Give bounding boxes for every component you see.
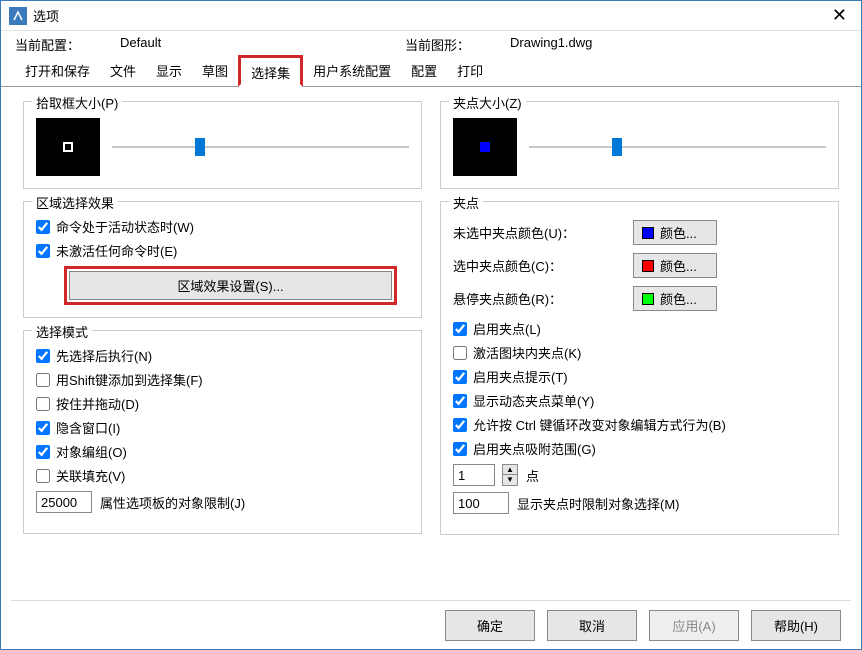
cancel-button[interactable]: 取消 — [547, 610, 637, 641]
lbl-sel-color: 选中夹点颜色(C)： — [453, 256, 633, 275]
lbl-grip-snap: 启用夹点吸附范围(G) — [473, 439, 596, 458]
area-effect-title: 区域选择效果 — [32, 193, 118, 212]
tab-display[interactable]: 显示 — [146, 58, 192, 86]
window-title: 选项 — [33, 6, 826, 25]
lbl-dyn-menu: 显示动态夹点菜单(Y) — [473, 391, 594, 410]
chk-ctrl-cycle[interactable] — [453, 418, 467, 432]
btn-hover-color[interactable]: 颜色... — [633, 286, 717, 311]
close-button[interactable]: ✕ — [826, 5, 853, 26]
tab-selection[interactable]: 选择集 — [238, 55, 303, 87]
chk-preselect[interactable] — [36, 349, 50, 363]
apply-button[interactable]: 应用(A) — [649, 610, 739, 641]
current-drawing-value: Drawing1.dwg — [510, 35, 592, 54]
current-drawing-label: 当前图形： — [405, 35, 470, 54]
ok-button[interactable]: 确定 — [445, 610, 535, 641]
chk-implied[interactable] — [36, 421, 50, 435]
titlebar: 选项 ✕ — [1, 1, 861, 31]
pickbox-size-title: 拾取框大小(P) — [32, 93, 122, 112]
chk-grip-snap[interactable] — [453, 442, 467, 456]
selection-mode-title: 选择模式 — [32, 322, 92, 341]
btn-unsel-color[interactable]: 颜色... — [633, 220, 717, 245]
grip-size-group: 夹点大小(Z) — [440, 101, 839, 189]
lbl-preselect: 先选择后执行(N) — [56, 346, 152, 365]
lbl-no-cmd: 未激活任何命令时(E) — [56, 241, 177, 260]
chk-press-drag[interactable] — [36, 397, 50, 411]
lbl-implied: 隐含窗口(I) — [56, 418, 120, 437]
lbl-grip-tips: 启用夹点提示(T) — [473, 367, 568, 386]
lbl-enable-grips: 启用夹点(L) — [473, 319, 541, 338]
lbl-hover-color: 悬停夹点颜色(R)： — [453, 289, 633, 308]
tab-print[interactable]: 打印 — [447, 58, 493, 86]
grips-title: 夹点 — [449, 193, 483, 212]
lbl-press-drag: 按住并拖动(D) — [56, 394, 139, 413]
tab-user-system[interactable]: 用户系统配置 — [303, 58, 401, 86]
area-settings-button[interactable]: 区域效果设置(S)... — [69, 271, 392, 300]
grip-limit-input[interactable] — [458, 496, 504, 511]
grip-preview — [453, 118, 517, 176]
chk-shift-add[interactable] — [36, 373, 50, 387]
grip-limit-label: 显示夹点时限制对象选择(M) — [517, 494, 680, 513]
lbl-block-grips: 激活图块内夹点(K) — [473, 343, 581, 362]
snap-range-spinner[interactable]: ▲▼ — [502, 464, 518, 486]
lbl-group: 对象编组(O) — [56, 442, 127, 461]
prop-limit-input[interactable] — [41, 495, 87, 510]
lbl-unsel-color: 未选中夹点颜色(U)： — [453, 223, 633, 242]
tab-bar: 打开和保存 文件 显示 草图 选择集 用户系统配置 配置 打印 — [1, 58, 861, 87]
current-config-value: Default — [120, 35, 161, 54]
tab-config[interactable]: 配置 — [401, 58, 447, 86]
grips-group: 夹点 未选中夹点颜色(U)： 颜色... 选中夹点颜色(C)： 颜色... 悬停… — [440, 201, 839, 535]
snap-unit-label: 点 — [526, 466, 539, 485]
chk-enable-grips[interactable] — [453, 322, 467, 336]
area-effect-group: 区域选择效果 命令处于活动状态时(W) 未激活任何命令时(E) 区域效果设置(S… — [23, 201, 422, 318]
chk-grip-tips[interactable] — [453, 370, 467, 384]
tab-sketch[interactable]: 草图 — [192, 58, 238, 86]
snap-range-input[interactable] — [458, 468, 490, 483]
area-settings-highlight: 区域效果设置(S)... — [64, 266, 397, 305]
pickbox-slider[interactable] — [112, 137, 409, 157]
chk-dyn-menu[interactable] — [453, 394, 467, 408]
lbl-shift-add: 用Shift键添加到选择集(F) — [56, 370, 203, 389]
footer-separator — [11, 600, 851, 601]
lbl-active-cmd: 命令处于活动状态时(W) — [56, 217, 194, 236]
dialog-buttons: 确定 取消 应用(A) 帮助(H) — [445, 610, 841, 641]
grip-size-title: 夹点大小(Z) — [449, 93, 526, 112]
current-config-label: 当前配置： — [15, 35, 80, 54]
lbl-hatch: 关联填充(V) — [56, 466, 125, 485]
options-dialog: 选项 ✕ 当前配置： Default 当前图形： Drawing1.dwg 打开… — [0, 0, 862, 650]
tab-file[interactable]: 文件 — [100, 58, 146, 86]
selection-mode-group: 选择模式 先选择后执行(N) 用Shift键添加到选择集(F) 按住并拖动(D)… — [23, 330, 422, 534]
chk-active-cmd[interactable] — [36, 220, 50, 234]
btn-sel-color[interactable]: 颜色... — [633, 253, 717, 278]
chk-block-grips[interactable] — [453, 346, 467, 360]
grip-slider[interactable] — [529, 137, 826, 157]
config-info-row: 当前配置： Default 当前图形： Drawing1.dwg — [1, 31, 861, 56]
chk-hatch[interactable] — [36, 469, 50, 483]
pickbox-preview — [36, 118, 100, 176]
help-button[interactable]: 帮助(H) — [751, 610, 841, 641]
prop-limit-label: 属性选项板的对象限制(J) — [100, 493, 245, 512]
chk-group[interactable] — [36, 445, 50, 459]
lbl-ctrl-cycle: 允许按 Ctrl 键循环改变对象编辑方式行为(B) — [473, 415, 726, 434]
tab-open-save[interactable]: 打开和保存 — [15, 58, 100, 86]
pickbox-size-group: 拾取框大小(P) — [23, 101, 422, 189]
app-icon — [9, 7, 27, 25]
chk-no-cmd[interactable] — [36, 244, 50, 258]
